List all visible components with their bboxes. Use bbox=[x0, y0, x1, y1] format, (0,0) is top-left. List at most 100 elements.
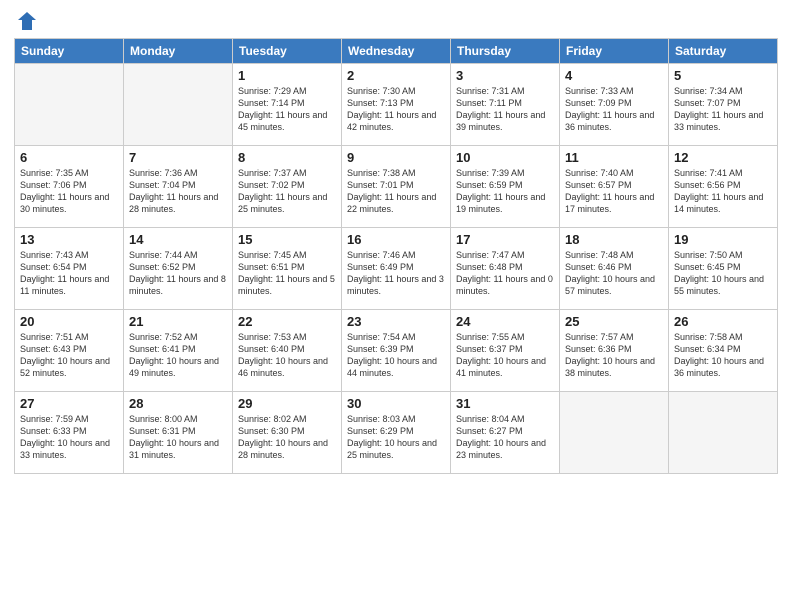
calendar-cell: 14 Sunrise: 7:44 AM Sunset: 6:52 PM Dayli… bbox=[124, 228, 233, 310]
calendar-cell: 31 Sunrise: 8:04 AM Sunset: 6:27 PM Dayli… bbox=[451, 392, 560, 474]
weekday-header: Saturday bbox=[669, 39, 778, 64]
day-number: 2 bbox=[347, 68, 445, 83]
calendar-cell bbox=[669, 392, 778, 474]
day-info: Sunrise: 7:30 AM Sunset: 7:13 PM Dayligh… bbox=[347, 85, 445, 134]
day-info: Sunrise: 7:57 AM Sunset: 6:36 PM Dayligh… bbox=[565, 331, 663, 380]
day-number: 21 bbox=[129, 314, 227, 329]
day-number: 27 bbox=[20, 396, 118, 411]
day-number: 11 bbox=[565, 150, 663, 165]
page: SundayMondayTuesdayWednesdayThursdayFrid… bbox=[0, 0, 792, 612]
calendar-cell: 13 Sunrise: 7:43 AM Sunset: 6:54 PM Dayli… bbox=[15, 228, 124, 310]
calendar-week-row: 13 Sunrise: 7:43 AM Sunset: 6:54 PM Dayli… bbox=[15, 228, 778, 310]
calendar-cell: 11 Sunrise: 7:40 AM Sunset: 6:57 PM Dayli… bbox=[560, 146, 669, 228]
day-info: Sunrise: 7:36 AM Sunset: 7:04 PM Dayligh… bbox=[129, 167, 227, 216]
calendar-cell: 2 Sunrise: 7:30 AM Sunset: 7:13 PM Daylig… bbox=[342, 64, 451, 146]
calendar-cell: 6 Sunrise: 7:35 AM Sunset: 7:06 PM Daylig… bbox=[15, 146, 124, 228]
day-info: Sunrise: 7:40 AM Sunset: 6:57 PM Dayligh… bbox=[565, 167, 663, 216]
day-number: 8 bbox=[238, 150, 336, 165]
day-number: 12 bbox=[674, 150, 772, 165]
calendar-cell: 28 Sunrise: 8:00 AM Sunset: 6:31 PM Dayli… bbox=[124, 392, 233, 474]
day-number: 5 bbox=[674, 68, 772, 83]
calendar-cell: 16 Sunrise: 7:46 AM Sunset: 6:49 PM Dayli… bbox=[342, 228, 451, 310]
logo bbox=[14, 10, 38, 32]
day-info: Sunrise: 7:48 AM Sunset: 6:46 PM Dayligh… bbox=[565, 249, 663, 298]
day-number: 20 bbox=[20, 314, 118, 329]
weekday-header: Monday bbox=[124, 39, 233, 64]
day-info: Sunrise: 7:52 AM Sunset: 6:41 PM Dayligh… bbox=[129, 331, 227, 380]
calendar-cell: 25 Sunrise: 7:57 AM Sunset: 6:36 PM Dayli… bbox=[560, 310, 669, 392]
day-info: Sunrise: 7:39 AM Sunset: 6:59 PM Dayligh… bbox=[456, 167, 554, 216]
calendar-week-row: 6 Sunrise: 7:35 AM Sunset: 7:06 PM Daylig… bbox=[15, 146, 778, 228]
day-number: 14 bbox=[129, 232, 227, 247]
day-info: Sunrise: 8:00 AM Sunset: 6:31 PM Dayligh… bbox=[129, 413, 227, 462]
day-number: 1 bbox=[238, 68, 336, 83]
calendar-week-row: 1 Sunrise: 7:29 AM Sunset: 7:14 PM Daylig… bbox=[15, 64, 778, 146]
day-number: 22 bbox=[238, 314, 336, 329]
day-info: Sunrise: 7:43 AM Sunset: 6:54 PM Dayligh… bbox=[20, 249, 118, 298]
calendar-cell: 12Sunrise: 7:41 AM Sunset: 6:56 PM Dayli… bbox=[669, 146, 778, 228]
weekday-header: Sunday bbox=[15, 39, 124, 64]
weekday-header: Tuesday bbox=[233, 39, 342, 64]
day-info: Sunrise: 7:34 AM Sunset: 7:07 PM Dayligh… bbox=[674, 85, 772, 134]
day-info: Sunrise: 7:35 AM Sunset: 7:06 PM Dayligh… bbox=[20, 167, 118, 216]
day-number: 9 bbox=[347, 150, 445, 165]
day-number: 4 bbox=[565, 68, 663, 83]
calendar-cell: 9Sunrise: 7:38 AM Sunset: 7:01 PM Daylig… bbox=[342, 146, 451, 228]
day-info: Sunrise: 7:46 AM Sunset: 6:49 PM Dayligh… bbox=[347, 249, 445, 298]
day-info: Sunrise: 7:44 AM Sunset: 6:52 PM Dayligh… bbox=[129, 249, 227, 298]
day-info: Sunrise: 7:53 AM Sunset: 6:40 PM Dayligh… bbox=[238, 331, 336, 380]
day-number: 7 bbox=[129, 150, 227, 165]
calendar-cell: 19Sunrise: 7:50 AM Sunset: 6:45 PM Dayli… bbox=[669, 228, 778, 310]
day-number: 31 bbox=[456, 396, 554, 411]
calendar-cell: 8 Sunrise: 7:37 AM Sunset: 7:02 PM Daylig… bbox=[233, 146, 342, 228]
day-info: Sunrise: 7:54 AM Sunset: 6:39 PM Dayligh… bbox=[347, 331, 445, 380]
day-number: 18 bbox=[565, 232, 663, 247]
calendar-header-row: SundayMondayTuesdayWednesdayThursdayFrid… bbox=[15, 39, 778, 64]
weekday-header: Friday bbox=[560, 39, 669, 64]
weekday-header: Wednesday bbox=[342, 39, 451, 64]
calendar-cell: 30Sunrise: 8:03 AM Sunset: 6:29 PM Dayli… bbox=[342, 392, 451, 474]
day-info: Sunrise: 7:59 AM Sunset: 6:33 PM Dayligh… bbox=[20, 413, 118, 462]
calendar-cell: 26Sunrise: 7:58 AM Sunset: 6:34 PM Dayli… bbox=[669, 310, 778, 392]
day-info: Sunrise: 8:02 AM Sunset: 6:30 PM Dayligh… bbox=[238, 413, 336, 462]
calendar-week-row: 20 Sunrise: 7:51 AM Sunset: 6:43 PM Dayli… bbox=[15, 310, 778, 392]
calendar-cell: 23Sunrise: 7:54 AM Sunset: 6:39 PM Dayli… bbox=[342, 310, 451, 392]
day-info: Sunrise: 7:45 AM Sunset: 6:51 PM Dayligh… bbox=[238, 249, 336, 298]
day-number: 29 bbox=[238, 396, 336, 411]
day-number: 16 bbox=[347, 232, 445, 247]
day-number: 24 bbox=[456, 314, 554, 329]
calendar-cell: 3 Sunrise: 7:31 AM Sunset: 7:11 PM Daylig… bbox=[451, 64, 560, 146]
calendar-table: SundayMondayTuesdayWednesdayThursdayFrid… bbox=[14, 38, 778, 474]
day-number: 3 bbox=[456, 68, 554, 83]
day-info: Sunrise: 7:33 AM Sunset: 7:09 PM Dayligh… bbox=[565, 85, 663, 134]
calendar-cell: 20 Sunrise: 7:51 AM Sunset: 6:43 PM Dayli… bbox=[15, 310, 124, 392]
weekday-header: Thursday bbox=[451, 39, 560, 64]
day-number: 13 bbox=[20, 232, 118, 247]
calendar-cell bbox=[15, 64, 124, 146]
day-info: Sunrise: 7:50 AM Sunset: 6:45 PM Dayligh… bbox=[674, 249, 772, 298]
day-number: 28 bbox=[129, 396, 227, 411]
calendar-cell: 21 Sunrise: 7:52 AM Sunset: 6:41 PM Dayli… bbox=[124, 310, 233, 392]
day-info: Sunrise: 7:51 AM Sunset: 6:43 PM Dayligh… bbox=[20, 331, 118, 380]
calendar-cell: 29 Sunrise: 8:02 AM Sunset: 6:30 PM Dayli… bbox=[233, 392, 342, 474]
calendar-cell: 17Sunrise: 7:47 AM Sunset: 6:48 PM Dayli… bbox=[451, 228, 560, 310]
day-number: 15 bbox=[238, 232, 336, 247]
calendar-cell: 1 Sunrise: 7:29 AM Sunset: 7:14 PM Daylig… bbox=[233, 64, 342, 146]
day-number: 6 bbox=[20, 150, 118, 165]
calendar-cell bbox=[560, 392, 669, 474]
day-number: 25 bbox=[565, 314, 663, 329]
calendar-cell: 22 Sunrise: 7:53 AM Sunset: 6:40 PM Dayli… bbox=[233, 310, 342, 392]
day-info: Sunrise: 8:04 AM Sunset: 6:27 PM Dayligh… bbox=[456, 413, 554, 462]
calendar-cell bbox=[124, 64, 233, 146]
calendar-cell: 15 Sunrise: 7:45 AM Sunset: 6:51 PM Dayli… bbox=[233, 228, 342, 310]
day-number: 30 bbox=[347, 396, 445, 411]
day-number: 17 bbox=[456, 232, 554, 247]
day-number: 26 bbox=[674, 314, 772, 329]
logo-icon bbox=[16, 10, 38, 32]
day-info: Sunrise: 7:37 AM Sunset: 7:02 PM Dayligh… bbox=[238, 167, 336, 216]
calendar-week-row: 27 Sunrise: 7:59 AM Sunset: 6:33 PM Dayli… bbox=[15, 392, 778, 474]
day-info: Sunrise: 7:29 AM Sunset: 7:14 PM Dayligh… bbox=[238, 85, 336, 134]
day-info: Sunrise: 7:31 AM Sunset: 7:11 PM Dayligh… bbox=[456, 85, 554, 134]
calendar-cell: 10Sunrise: 7:39 AM Sunset: 6:59 PM Dayli… bbox=[451, 146, 560, 228]
calendar-cell: 5 Sunrise: 7:34 AM Sunset: 7:07 PM Daylig… bbox=[669, 64, 778, 146]
